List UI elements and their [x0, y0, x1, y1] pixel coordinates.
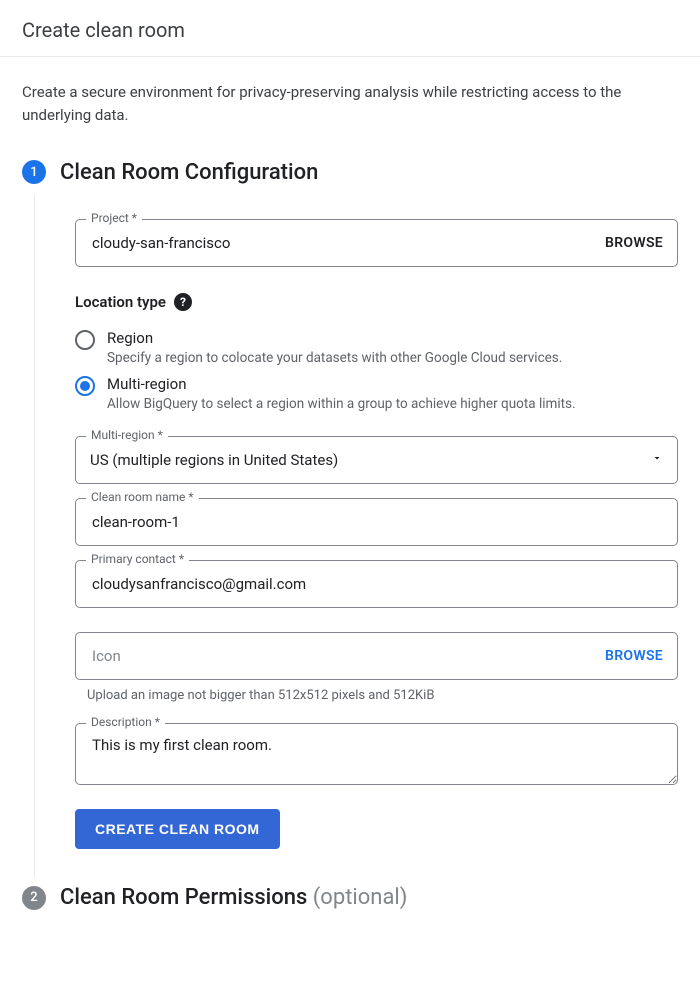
page-title: Create clean room — [0, 0, 700, 57]
step-1-header: 1 Clean Room Configuration — [22, 160, 678, 185]
step-1-badge: 1 — [22, 160, 46, 184]
description-textarea[interactable] — [90, 734, 663, 774]
step-1-body: Project * BROWSE Location type ? Region … — [34, 195, 678, 878]
page-description: Create a secure environment for privacy-… — [22, 81, 678, 128]
primary-contact-field: Primary contact * — [75, 560, 678, 608]
cleanroom-name-label: Clean room name * — [86, 490, 199, 504]
project-input[interactable] — [90, 233, 605, 253]
description-field: Description * — [75, 723, 678, 785]
location-type-text: Location type — [75, 293, 166, 311]
project-browse-button[interactable]: BROWSE — [605, 235, 663, 251]
multiregion-value: US (multiple regions in United States) — [90, 451, 643, 469]
radio-multiregion-desc: Allow BigQuery to select a region within… — [107, 395, 576, 414]
radio-region-desc: Specify a region to colocate your datase… — [107, 349, 562, 368]
radio-multiregion-title: Multi-region — [107, 375, 576, 393]
project-label: Project * — [86, 211, 142, 225]
location-type-radio-group: Region Specify a region to colocate your… — [75, 323, 678, 417]
radio-multiregion[interactable]: Multi-region Allow BigQuery to select a … — [75, 369, 678, 416]
icon-browse-button[interactable]: BROWSE — [605, 648, 663, 664]
radio-region-title: Region — [107, 329, 562, 347]
icon-field: BROWSE — [75, 632, 678, 680]
radio-region[interactable]: Region Specify a region to colocate your… — [75, 323, 678, 370]
help-icon[interactable]: ? — [174, 293, 192, 311]
multiregion-select[interactable]: US (multiple regions in United States) — [75, 436, 678, 484]
location-type-label: Location type ? — [75, 293, 678, 311]
description-label: Description * — [86, 715, 165, 729]
icon-input[interactable] — [90, 646, 605, 666]
cleanroom-name-input[interactable] — [90, 512, 663, 532]
radio-multiregion-control[interactable] — [75, 376, 95, 396]
step-2-header[interactable]: 2 Clean Room Permissions (optional) — [22, 885, 678, 910]
primary-contact-label: Primary contact * — [86, 552, 189, 566]
icon-helper-text: Upload an image not bigger than 512x512 … — [87, 688, 674, 703]
step-2-optional: (optional) — [313, 885, 408, 910]
project-field: Project * BROWSE — [75, 219, 678, 267]
multiregion-label: Multi-region * — [86, 428, 168, 442]
radio-region-control[interactable] — [75, 330, 95, 350]
chevron-down-icon — [651, 452, 663, 468]
step-2-title: Clean Room Permissions (optional) — [60, 885, 407, 910]
cleanroom-name-field: Clean room name * — [75, 498, 678, 546]
step-1-title: Clean Room Configuration — [60, 160, 318, 185]
step-2-badge: 2 — [22, 886, 46, 910]
main-content: Create a secure environment for privacy-… — [0, 57, 700, 940]
create-clean-room-button[interactable]: CREATE CLEAN ROOM — [75, 809, 280, 849]
multiregion-field: Multi-region * US (multiple regions in U… — [75, 436, 678, 484]
primary-contact-input[interactable] — [90, 574, 663, 594]
